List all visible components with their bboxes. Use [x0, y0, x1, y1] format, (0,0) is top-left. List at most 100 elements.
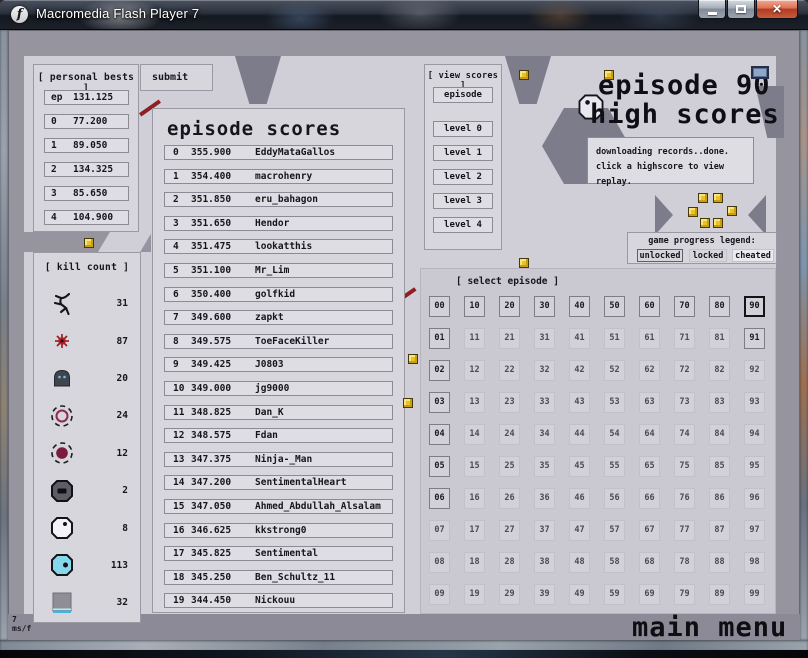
highscore-row[interactable]: 0355.900EddyMataGallos — [164, 145, 393, 160]
episode-cell-72[interactable]: 72 — [674, 360, 695, 381]
episode-cell-43[interactable]: 43 — [569, 392, 590, 413]
episode-cell-78[interactable]: 78 — [674, 552, 695, 573]
episode-cell-11[interactable]: 11 — [464, 328, 485, 349]
episode-cell-80[interactable]: 80 — [709, 296, 730, 317]
episode-cell-94[interactable]: 94 — [744, 424, 765, 445]
episode-cell-91[interactable]: 91 — [744, 328, 765, 349]
episode-cell-63[interactable]: 63 — [639, 392, 660, 413]
episode-cell-31[interactable]: 31 — [534, 328, 555, 349]
episode-cell-98[interactable]: 98 — [744, 552, 765, 573]
episode-cell-74[interactable]: 74 — [674, 424, 695, 445]
episode-cell-18[interactable]: 18 — [464, 552, 485, 573]
episode-cell-04[interactable]: 04 — [429, 424, 450, 445]
episode-cell-41[interactable]: 41 — [569, 328, 590, 349]
highscore-row[interactable]: 8349.575ToeFaceKiller — [164, 334, 393, 349]
episode-cell-23[interactable]: 23 — [499, 392, 520, 413]
episode-cell-35[interactable]: 35 — [534, 456, 555, 477]
episode-cell-03[interactable]: 03 — [429, 392, 450, 413]
episode-cell-47[interactable]: 47 — [569, 520, 590, 541]
episode-cell-01[interactable]: 01 — [429, 328, 450, 349]
episode-cell-60[interactable]: 60 — [639, 296, 660, 317]
episode-cell-14[interactable]: 14 — [464, 424, 485, 445]
highscore-row[interactable]: 11348.825Dan_K — [164, 405, 393, 420]
highscore-row[interactable]: 5351.100Mr_Lim — [164, 263, 393, 278]
episode-cell-06[interactable]: 06 — [429, 488, 450, 509]
episode-cell-34[interactable]: 34 — [534, 424, 555, 445]
view-level-4-button[interactable]: level 4 — [433, 217, 493, 233]
episode-cell-79[interactable]: 79 — [674, 584, 695, 605]
episode-cell-37[interactable]: 37 — [534, 520, 555, 541]
episode-cell-71[interactable]: 71 — [674, 328, 695, 349]
view-episode-button[interactable]: episode — [433, 87, 493, 103]
episode-cell-76[interactable]: 76 — [674, 488, 695, 509]
episode-cell-20[interactable]: 20 — [499, 296, 520, 317]
highscore-row[interactable]: 16346.625kkstrong0 — [164, 523, 393, 538]
episode-cell-10[interactable]: 10 — [464, 296, 485, 317]
episode-cell-88[interactable]: 88 — [709, 552, 730, 573]
episode-cell-89[interactable]: 89 — [709, 584, 730, 605]
highscore-row[interactable]: 2351.850eru_bahagon — [164, 192, 393, 207]
episode-cell-44[interactable]: 44 — [569, 424, 590, 445]
highscore-row[interactable]: 9349.425J0803 — [164, 357, 393, 372]
episode-cell-49[interactable]: 49 — [569, 584, 590, 605]
minimize-button[interactable] — [698, 0, 726, 19]
episode-cell-92[interactable]: 92 — [744, 360, 765, 381]
episode-cell-53[interactable]: 53 — [604, 392, 625, 413]
episode-cell-26[interactable]: 26 — [499, 488, 520, 509]
episode-cell-17[interactable]: 17 — [464, 520, 485, 541]
episode-cell-22[interactable]: 22 — [499, 360, 520, 381]
episode-cell-19[interactable]: 19 — [464, 584, 485, 605]
highscore-row[interactable]: 10349.000jg9000 — [164, 381, 393, 396]
view-level-3-button[interactable]: level 3 — [433, 193, 493, 209]
highscore-row[interactable]: 18345.250Ben_Schultz_11 — [164, 570, 393, 585]
episode-cell-68[interactable]: 68 — [639, 552, 660, 573]
episode-cell-24[interactable]: 24 — [499, 424, 520, 445]
episode-cell-15[interactable]: 15 — [464, 456, 485, 477]
main-menu-button[interactable]: main menu — [632, 612, 787, 640]
episode-cell-62[interactable]: 62 — [639, 360, 660, 381]
episode-cell-02[interactable]: 02 — [429, 360, 450, 381]
episode-cell-25[interactable]: 25 — [499, 456, 520, 477]
episode-cell-93[interactable]: 93 — [744, 392, 765, 413]
highscore-row[interactable]: 19344.450Nickouu — [164, 593, 393, 608]
highscore-row[interactable]: 13347.375Ninja-_Man — [164, 452, 393, 467]
episode-cell-67[interactable]: 67 — [639, 520, 660, 541]
episode-cell-50[interactable]: 50 — [604, 296, 625, 317]
close-button[interactable]: ✕ — [756, 0, 798, 19]
episode-cell-99[interactable]: 99 — [744, 584, 765, 605]
episode-cell-28[interactable]: 28 — [499, 552, 520, 573]
episode-cell-64[interactable]: 64 — [639, 424, 660, 445]
episode-cell-84[interactable]: 84 — [709, 424, 730, 445]
episode-cell-05[interactable]: 05 — [429, 456, 450, 477]
highscore-row[interactable]: 17345.825Sentimental — [164, 546, 393, 561]
highscore-row[interactable]: 4351.475lookatthis — [164, 239, 393, 254]
episode-cell-87[interactable]: 87 — [709, 520, 730, 541]
episode-cell-07[interactable]: 07 — [429, 520, 450, 541]
highscore-row[interactable]: 14347.200SentimentalHeart — [164, 475, 393, 490]
episode-cell-52[interactable]: 52 — [604, 360, 625, 381]
episode-cell-96[interactable]: 96 — [744, 488, 765, 509]
episode-cell-51[interactable]: 51 — [604, 328, 625, 349]
view-level-2-button[interactable]: level 2 — [433, 169, 493, 185]
episode-cell-82[interactable]: 82 — [709, 360, 730, 381]
episode-cell-29[interactable]: 29 — [499, 584, 520, 605]
episode-cell-75[interactable]: 75 — [674, 456, 695, 477]
episode-cell-95[interactable]: 95 — [744, 456, 765, 477]
episode-cell-36[interactable]: 36 — [534, 488, 555, 509]
highscore-row[interactable]: 15347.050Ahmed_Abdullah_Alsalam — [164, 499, 393, 514]
episode-cell-13[interactable]: 13 — [464, 392, 485, 413]
episode-cell-00[interactable]: 00 — [429, 296, 450, 317]
episode-cell-55[interactable]: 55 — [604, 456, 625, 477]
episode-cell-66[interactable]: 66 — [639, 488, 660, 509]
episode-cell-33[interactable]: 33 — [534, 392, 555, 413]
view-level-1-button[interactable]: level 1 — [433, 145, 493, 161]
maximize-button[interactable] — [727, 0, 755, 19]
highscore-row[interactable]: 6350.400golfkid — [164, 287, 393, 302]
episode-cell-08[interactable]: 08 — [429, 552, 450, 573]
episode-cell-65[interactable]: 65 — [639, 456, 660, 477]
episode-cell-90[interactable]: 90 — [744, 296, 765, 317]
episode-cell-45[interactable]: 45 — [569, 456, 590, 477]
episode-cell-30[interactable]: 30 — [534, 296, 555, 317]
episode-cell-81[interactable]: 81 — [709, 328, 730, 349]
episode-cell-21[interactable]: 21 — [499, 328, 520, 349]
